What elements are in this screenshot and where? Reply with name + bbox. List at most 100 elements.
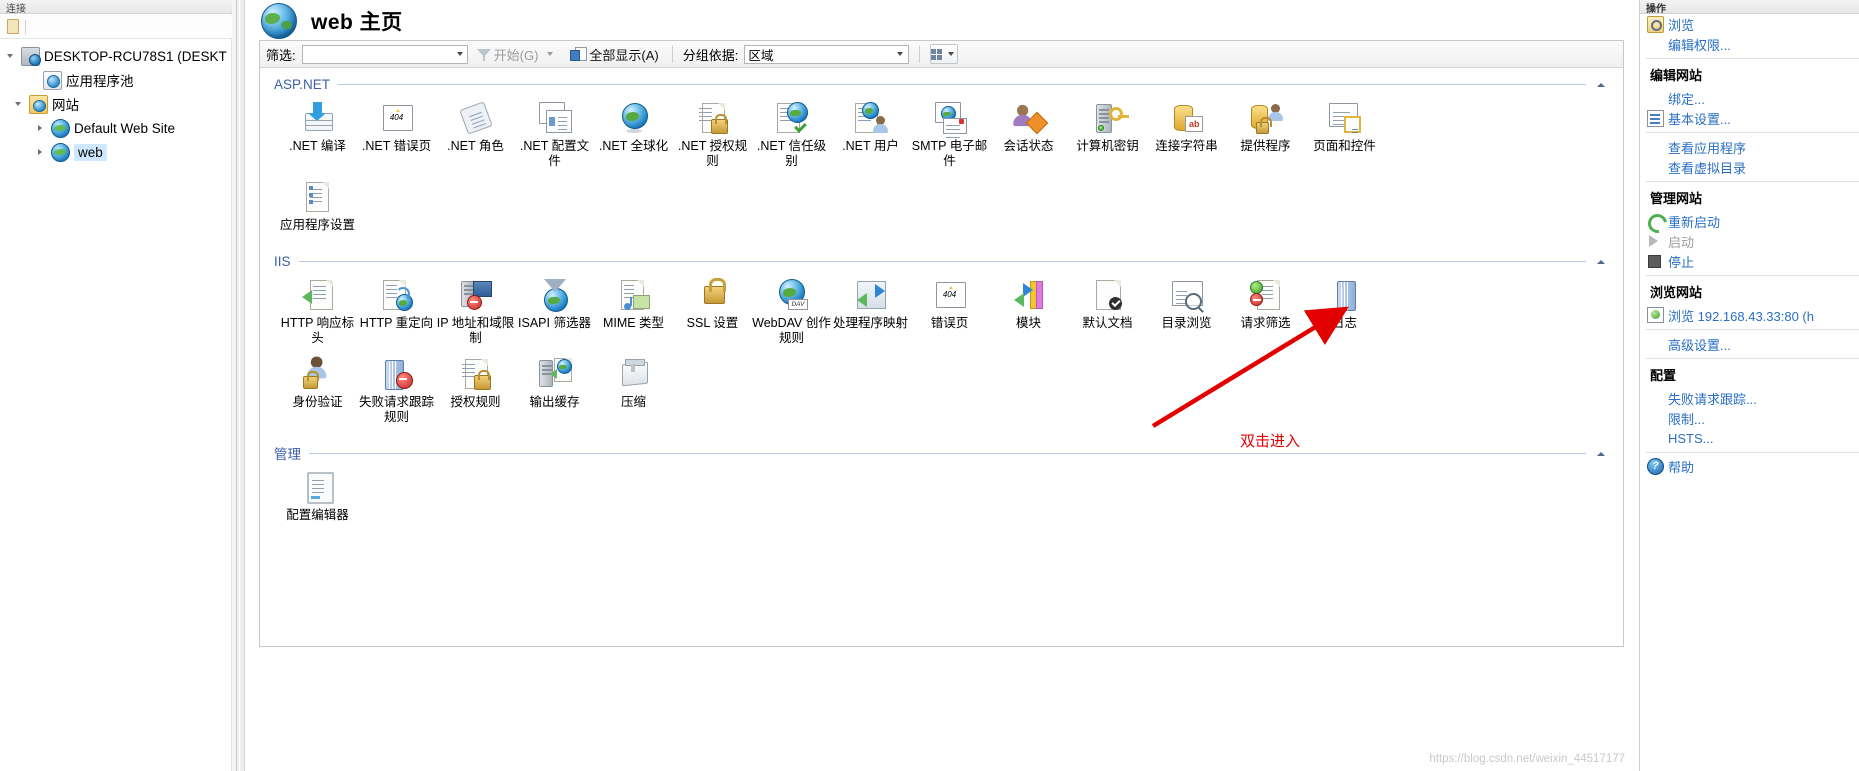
feature-machine-key[interactable]: 计算机密钥: [1068, 94, 1147, 173]
tree-node-sites[interactable]: 网站: [0, 92, 232, 116]
action-stop[interactable]: 停止: [1640, 251, 1859, 271]
section-management: 管理 配置编辑器: [274, 443, 1609, 527]
tree-node-spacer: [26, 68, 42, 92]
feature-smtp-email[interactable]: SMTP 电子邮件: [910, 94, 989, 173]
feature-label: .NET 错误页: [361, 139, 432, 153]
basic-settings-icon: [1646, 110, 1664, 127]
net-trust-levels-icon: [775, 101, 809, 135]
new-connection-icon[interactable]: [6, 19, 19, 34]
net-profile-icon: [538, 101, 572, 135]
feature-default-document[interactable]: 默认文档: [1068, 271, 1147, 350]
action-restart[interactable]: 重新启动: [1640, 210, 1859, 237]
action-browse-site[interactable]: 浏览 192.168.43.33:80 (h: [1640, 305, 1859, 325]
feature-net-profile[interactable]: .NET 配置文件: [515, 94, 594, 173]
feature-request-filtering[interactable]: 请求筛选: [1226, 271, 1305, 350]
action-help[interactable]: ? 帮助: [1640, 456, 1859, 476]
action-limits[interactable]: 限制...: [1640, 408, 1859, 428]
feature-isapi-filters[interactable]: ISAPI 筛选器: [515, 271, 594, 350]
feature-label: 计算机密钥: [1076, 139, 1139, 153]
action-label: 高级设置...: [1668, 337, 1731, 353]
feature-authentication[interactable]: 身份验证: [278, 350, 357, 429]
feature-http-redirect[interactable]: HTTP 重定向: [357, 271, 436, 350]
chevron-right-icon[interactable]: [34, 116, 50, 140]
tree-node-default-web-site[interactable]: Default Web Site: [0, 116, 232, 140]
net-error-pages-icon: 404: [380, 101, 414, 135]
feature-mime-types[interactable]: MIME 类型: [594, 271, 673, 350]
action-bindings[interactable]: 绑定...: [1640, 88, 1859, 108]
feature-application-settings[interactable]: 应用程序设置: [278, 173, 357, 237]
show-all-button[interactable]: 全部显示(A): [567, 44, 661, 65]
help-icon: ?: [1646, 458, 1664, 475]
feature-session-state[interactable]: 会话状态: [989, 94, 1068, 173]
action-basic-settings[interactable]: 基本设置...: [1640, 108, 1859, 128]
feature-http-response-headers[interactable]: HTTP 响应标头: [278, 271, 357, 350]
chevron-down-icon[interactable]: [4, 44, 20, 68]
feature-error-pages[interactable]: 404 错误页: [910, 271, 989, 350]
panel-splitter[interactable]: [232, 0, 245, 771]
action-advanced-settings[interactable]: 高级设置...: [1640, 334, 1859, 354]
feature-authorization-rules[interactable]: 授权规则: [436, 350, 515, 429]
feature-handler-mappings[interactable]: 处理程序映射: [831, 271, 910, 350]
chevron-right-icon[interactable]: [34, 140, 50, 164]
section-aspnet: ASP.NET .NET 编译 404 .NET 错误页 .NET 角色 .NE…: [274, 74, 1609, 237]
feature-net-compilation[interactable]: .NET 编译: [278, 94, 357, 173]
action-browse[interactable]: 浏览: [1640, 14, 1859, 34]
watermark-text: https://blog.csdn.net/weixin_44517177: [1429, 753, 1625, 765]
feature-pages-and-controls[interactable]: 页面和控件: [1305, 94, 1384, 173]
group-by-select[interactable]: 区域: [744, 44, 910, 64]
feature-failed-request-tracing-rules[interactable]: 失败请求跟踪规则: [357, 350, 436, 429]
feature-label: 请求筛选: [1240, 316, 1291, 330]
chevron-up-icon[interactable]: [1594, 254, 1609, 269]
feature-label: .NET 角色: [447, 139, 504, 153]
chevron-down-icon[interactable]: [453, 46, 467, 63]
feature-net-error-pages[interactable]: 404 .NET 错误页: [357, 94, 436, 173]
feature-webdav-authoring-rules[interactable]: DAV WebDAV 创作规则: [752, 271, 831, 350]
chevron-down-icon[interactable]: [541, 46, 558, 63]
feature-connection-strings[interactable]: ab 连接字符串: [1147, 94, 1226, 173]
request-filtering-icon: [1249, 278, 1283, 312]
feature-ip-address-domain-restrictions[interactable]: IP 地址和域限制: [436, 271, 515, 350]
feature-logging[interactable]: 日志: [1305, 271, 1384, 350]
actions-group-title: 编辑网站: [1650, 68, 1703, 83]
feature-net-globalization[interactable]: .NET 全球化: [594, 94, 673, 173]
action-label: 编辑权限...: [1668, 37, 1731, 53]
feature-ssl-settings[interactable]: SSL 设置: [673, 271, 752, 350]
feature-net-authorization-rules[interactable]: .NET 授权规则: [673, 94, 752, 173]
chevron-up-icon[interactable]: [1594, 77, 1609, 92]
action-view-applications[interactable]: 查看应用程序: [1640, 137, 1859, 157]
action-view-virtual-directories[interactable]: 查看虚拟目录: [1640, 157, 1859, 177]
toolbar-divider: [919, 45, 921, 63]
feature-label: 压缩: [620, 395, 646, 409]
tree-node-web[interactable]: web: [0, 140, 232, 164]
feature-output-caching[interactable]: 输出缓存: [515, 350, 594, 429]
start-filter-button[interactable]: 开始(G): [474, 44, 562, 65]
section-rule: [309, 452, 1586, 454]
chevron-down-icon[interactable]: [12, 92, 28, 116]
feature-modules[interactable]: 模块: [989, 271, 1068, 350]
restart-icon: [1644, 210, 1671, 237]
filter-textbox[interactable]: [302, 44, 453, 64]
section-rule: [338, 83, 1586, 85]
chevron-down-icon[interactable]: [891, 46, 908, 63]
tree-node-application-pools[interactable]: 应用程序池: [0, 68, 232, 92]
feature-compression[interactable]: 压缩: [594, 350, 673, 429]
view-mode-button[interactable]: [930, 44, 959, 64]
funnel-icon: [476, 48, 491, 61]
feature-label: 会话状态: [1003, 139, 1054, 153]
feature-net-users[interactable]: .NET 用户: [831, 94, 910, 173]
chevron-down-icon[interactable]: [944, 46, 958, 63]
action-hsts[interactable]: HSTS...: [1640, 428, 1859, 448]
action-failed-request-tracing[interactable]: 失败请求跟踪...: [1640, 388, 1859, 408]
feature-providers[interactable]: 提供程序: [1226, 94, 1305, 173]
feature-net-roles[interactable]: .NET 角色: [436, 94, 515, 173]
feature-net-trust-levels[interactable]: .NET 信任级别: [752, 94, 831, 173]
feature-label: 默认文档: [1082, 316, 1133, 330]
feature-directory-browsing[interactable]: 目录浏览: [1147, 271, 1226, 350]
feature-grid-iis: HTTP 响应标头 HTTP 重定向 IP 地址和域限制 ISAPI 筛选器 M…: [274, 271, 1609, 429]
chevron-up-icon[interactable]: [1594, 446, 1609, 461]
action-edit-permissions[interactable]: 编辑权限...: [1640, 34, 1859, 54]
filter-input[interactable]: [301, 44, 468, 64]
website-globe-icon: [51, 118, 70, 138]
feature-configuration-editor[interactable]: 配置编辑器: [278, 463, 357, 527]
tree-node-server[interactable]: DESKTOP-RCU78S1 (DESKT: [0, 44, 232, 68]
